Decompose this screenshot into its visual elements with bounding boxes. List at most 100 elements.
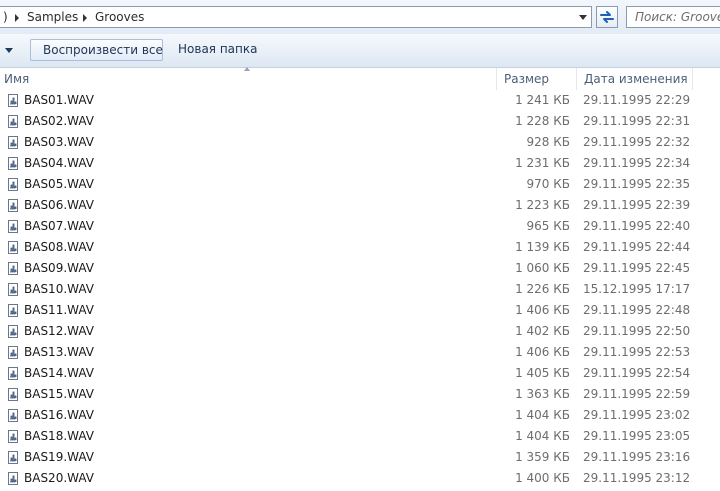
file-date: 29.11.1995 22:54 xyxy=(583,366,691,380)
file-date: 29.11.1995 22:53 xyxy=(583,345,691,359)
command-bar: Воспроизвести все Новая папка xyxy=(0,34,720,68)
new-folder-button[interactable]: Новая папка xyxy=(166,39,269,61)
file-date: 29.11.1995 22:50 xyxy=(583,324,691,338)
file-size: 1 400 КБ xyxy=(515,471,570,485)
file-size: 970 КБ xyxy=(526,177,570,191)
refresh-icon xyxy=(600,11,614,23)
file-name: BAS08.WAV xyxy=(24,240,95,254)
wav-file-icon xyxy=(8,346,18,359)
refresh-button[interactable] xyxy=(596,6,618,28)
file-date: 29.11.1995 22:59 xyxy=(583,387,691,401)
column-date[interactable]: Дата изменения xyxy=(584,68,688,90)
file-size: 965 КБ xyxy=(526,219,570,233)
file-name: BAS07.WAV xyxy=(24,219,95,233)
file-size: 1 226 КБ xyxy=(515,282,570,296)
column-size[interactable]: Размер xyxy=(504,68,549,90)
file-row[interactable]: BAS19.WAV 1 359 КБ 29.11.1995 23:16 xyxy=(0,447,720,468)
file-date: 29.11.1995 22:40 xyxy=(583,219,691,233)
file-size: 1 404 КБ xyxy=(515,408,570,422)
file-name: BAS19.WAV xyxy=(24,450,95,464)
file-row[interactable]: BAS07.WAV 965 КБ 29.11.1995 22:40 xyxy=(0,216,720,237)
wav-file-icon xyxy=(8,430,18,443)
wav-file-icon xyxy=(8,388,18,401)
file-row[interactable]: BAS11.WAV 1 406 КБ 29.11.1995 22:48 xyxy=(0,300,720,321)
wav-file-icon xyxy=(8,199,18,212)
file-row[interactable]: BAS18.WAV 1 404 КБ 29.11.1995 23:05 xyxy=(0,426,720,447)
file-row[interactable]: BAS12.WAV 1 402 КБ 29.11.1995 22:50 xyxy=(0,321,720,342)
file-date: 29.11.1995 22:31 xyxy=(583,114,691,128)
file-name: BAS06.WAV xyxy=(24,198,95,212)
wav-file-icon xyxy=(8,367,18,380)
file-size: 1 363 КБ xyxy=(515,387,570,401)
breadcrumb-grooves[interactable]: Grooves xyxy=(95,10,144,24)
file-size: 1 241 КБ xyxy=(515,93,570,107)
chevron-right-icon[interactable] xyxy=(83,14,87,22)
column-divider[interactable] xyxy=(692,68,693,90)
file-date: 29.11.1995 22:35 xyxy=(583,177,691,191)
file-name: BAS05.WAV xyxy=(24,177,95,191)
search-input[interactable]: Поиск: Grooves xyxy=(626,6,720,28)
column-name[interactable]: Имя xyxy=(4,68,29,90)
file-row[interactable]: BAS15.WAV 1 363 КБ 29.11.1995 22:59 xyxy=(0,384,720,405)
file-list: BAS01.WAV 1 241 КБ 29.11.1995 22:29 BAS02.W… xyxy=(0,90,720,489)
file-row[interactable]: BAS08.WAV 1 139 КБ 29.11.1995 22:44 xyxy=(0,237,720,258)
column-header-row: Имя Размер Дата изменения xyxy=(0,67,720,90)
file-row[interactable]: BAS10.WAV 1 226 КБ 15.12.1995 17:17 xyxy=(0,279,720,300)
wav-file-icon xyxy=(8,94,18,107)
wav-file-icon xyxy=(8,451,18,464)
file-size: 1 402 КБ xyxy=(515,324,570,338)
wav-file-icon xyxy=(8,472,18,485)
file-date: 29.11.1995 22:34 xyxy=(583,156,691,170)
file-row[interactable]: BAS09.WAV 1 060 КБ 29.11.1995 22:45 xyxy=(0,258,720,279)
organize-dropdown-icon[interactable] xyxy=(5,48,13,53)
wav-file-icon xyxy=(8,262,18,275)
address-bar[interactable]: ) Samples Grooves xyxy=(0,6,592,28)
file-date: 29.11.1995 23:12 xyxy=(583,471,691,485)
breadcrumb-samples[interactable]: Samples xyxy=(27,10,78,24)
wav-file-icon xyxy=(8,115,18,128)
file-date: 29.11.1995 22:39 xyxy=(583,198,691,212)
file-date: 29.11.1995 22:29 xyxy=(583,93,691,107)
file-row[interactable]: BAS06.WAV 1 223 КБ 29.11.1995 22:39 xyxy=(0,195,720,216)
file-row[interactable]: BAS16.WAV 1 404 КБ 29.11.1995 23:02 xyxy=(0,405,720,426)
file-date: 29.11.1995 22:32 xyxy=(583,135,691,149)
file-size: 1 139 КБ xyxy=(515,240,570,254)
chevron-right-icon[interactable] xyxy=(15,14,19,22)
column-divider[interactable] xyxy=(576,68,577,90)
file-name: BAS15.WAV xyxy=(24,387,95,401)
file-name: BAS01.WAV xyxy=(24,93,95,107)
file-row[interactable]: BAS03.WAV 928 КБ 29.11.1995 22:32 xyxy=(0,132,720,153)
file-name: BAS10.WAV xyxy=(24,282,95,296)
file-size: 1 359 КБ xyxy=(515,450,570,464)
file-row[interactable]: BAS14.WAV 1 405 КБ 29.11.1995 22:54 xyxy=(0,363,720,384)
file-name: BAS18.WAV xyxy=(24,429,95,443)
file-size: 1 060 КБ xyxy=(515,261,570,275)
file-row[interactable]: BAS13.WAV 1 406 КБ 29.11.1995 22:53 xyxy=(0,342,720,363)
file-size: 928 КБ xyxy=(526,135,570,149)
history-dropdown-icon[interactable] xyxy=(579,15,587,20)
file-row[interactable]: BAS04.WAV 1 231 КБ 29.11.1995 22:34 xyxy=(0,153,720,174)
path-overflow[interactable]: ) xyxy=(3,10,8,24)
search-placeholder: Поиск: Grooves xyxy=(635,10,720,24)
play-all-button[interactable]: Воспроизвести все xyxy=(30,39,163,61)
file-date: 29.11.1995 22:45 xyxy=(583,261,691,275)
file-name: BAS11.WAV xyxy=(24,303,95,317)
file-size: 1 404 КБ xyxy=(515,429,570,443)
wav-file-icon xyxy=(8,409,18,422)
file-size: 1 228 КБ xyxy=(515,114,570,128)
wav-file-icon xyxy=(8,241,18,254)
file-date: 29.11.1995 23:05 xyxy=(583,429,691,443)
file-row[interactable]: BAS02.WAV 1 228 КБ 29.11.1995 22:31 xyxy=(0,111,720,132)
file-row[interactable]: BAS01.WAV 1 241 КБ 29.11.1995 22:29 xyxy=(0,90,720,111)
address-bar-area: ) Samples Grooves Поиск: Grooves xyxy=(0,0,720,34)
file-row[interactable]: BAS20.WAV 1 400 КБ 29.11.1995 23:12 xyxy=(0,468,720,489)
file-row[interactable]: BAS05.WAV 970 КБ 29.11.1995 22:35 xyxy=(0,174,720,195)
file-date: 15.12.1995 17:17 xyxy=(583,282,691,296)
file-name: BAS04.WAV xyxy=(24,156,95,170)
column-divider[interactable] xyxy=(496,68,497,90)
file-name: BAS03.WAV xyxy=(24,135,95,149)
file-name: BAS16.WAV xyxy=(24,408,95,422)
file-date: 29.11.1995 23:02 xyxy=(583,408,691,422)
file-name: BAS14.WAV xyxy=(24,366,95,380)
file-name: BAS09.WAV xyxy=(24,261,95,275)
